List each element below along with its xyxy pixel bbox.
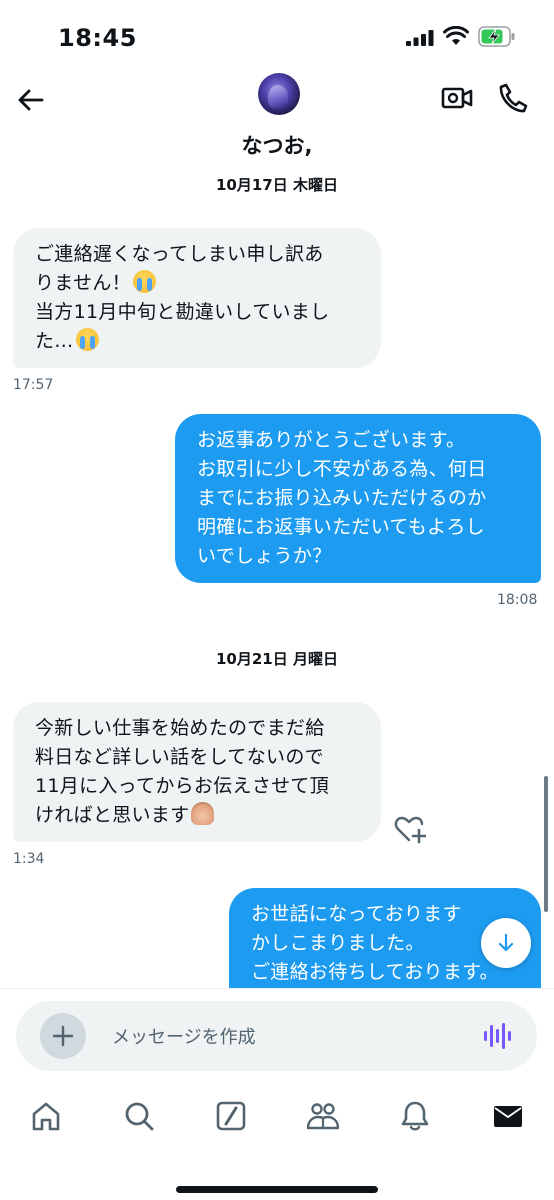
scroll-to-bottom-button[interactable] [481, 918, 531, 968]
message-composer[interactable]: メッセージを作成 [16, 1001, 537, 1071]
home-indicator [176, 1186, 378, 1193]
tab-communities[interactable] [306, 1099, 340, 1133]
home-icon [32, 1102, 60, 1131]
tab-grok[interactable] [214, 1099, 248, 1133]
plus-icon [52, 1025, 74, 1047]
envelope-icon [494, 1106, 522, 1127]
composer-area: メッセージを作成 [0, 988, 554, 1076]
message-line: ご連絡お待ちしております。 [251, 961, 499, 983]
message-input[interactable]: メッセージを作成 [112, 1023, 256, 1049]
search-icon [125, 1102, 154, 1131]
scrollbar[interactable] [544, 776, 548, 912]
tab-search[interactable] [122, 1099, 156, 1133]
tab-messages[interactable] [491, 1099, 525, 1133]
bottom-tab-bar [0, 1076, 554, 1200]
message-line: お世話になっております [251, 903, 462, 925]
tab-home[interactable] [29, 1099, 63, 1133]
voice-message-icon[interactable] [483, 1021, 513, 1051]
bell-icon [401, 1101, 429, 1131]
tab-notifications[interactable] [398, 1099, 432, 1133]
message-line: かしこまりました。 [251, 932, 425, 954]
grok-icon [216, 1101, 246, 1131]
arrow-down-icon [498, 933, 514, 952]
add-media-button[interactable] [40, 1013, 86, 1059]
message-clip-region: お世話になっております かしこまりました。 ご連絡お待ちしております。 [0, 0, 554, 988]
communities-icon [306, 1103, 340, 1130]
